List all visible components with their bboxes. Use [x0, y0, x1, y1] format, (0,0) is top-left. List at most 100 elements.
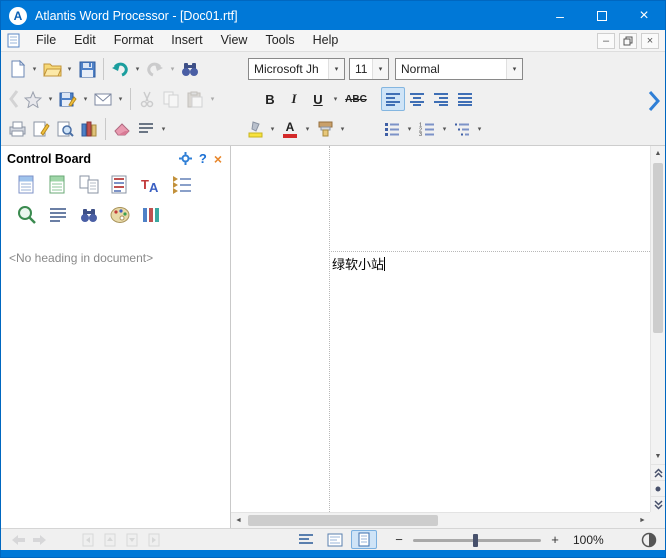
document-system-icon[interactable] [7, 33, 20, 48]
zoom-slider-thumb[interactable] [473, 534, 478, 547]
new-document-button[interactable] [5, 57, 29, 81]
bold-button[interactable]: B [258, 87, 282, 111]
help-icon[interactable]: ? [199, 151, 207, 166]
multilevel-list-button[interactable] [450, 117, 474, 141]
favorites-dropdown[interactable]: ▾ [45, 87, 56, 111]
typography-pane-button[interactable]: TA [137, 172, 164, 197]
undo-dropdown[interactable]: ▾ [132, 57, 143, 81]
close-button[interactable]: × [623, 1, 665, 30]
menu-help[interactable]: Help [304, 30, 348, 51]
horizontal-scroll-track[interactable] [246, 513, 635, 528]
align-justify-button[interactable] [453, 87, 477, 111]
align-right-button[interactable] [429, 87, 453, 111]
font-color-dropdown[interactable]: ▾ [302, 117, 313, 141]
paste-dropdown[interactable]: ▾ [207, 87, 218, 111]
toolbar-scroll-left-button[interactable] [5, 89, 21, 109]
cut-button[interactable] [135, 87, 159, 111]
online-view-button[interactable] [322, 530, 348, 549]
font-size-dropdown[interactable]: ▾ [372, 59, 388, 79]
menu-format[interactable]: Format [105, 30, 163, 51]
paste-button[interactable] [183, 87, 207, 111]
headings-pane-button[interactable] [13, 172, 40, 197]
underline-button[interactable]: U [306, 87, 330, 111]
paragraphs-pane-button[interactable] [44, 202, 71, 227]
format-painter-button[interactable] [313, 117, 337, 141]
compose-button[interactable] [29, 117, 53, 141]
numbering-button[interactable]: 123 [415, 117, 439, 141]
page-layout-view-button[interactable] [351, 530, 377, 549]
bullets-dropdown[interactable]: ▾ [404, 117, 415, 141]
redo-dropdown[interactable]: ▾ [167, 57, 178, 81]
pages-pane-button[interactable] [75, 172, 102, 197]
goto-last-heading-button[interactable] [143, 530, 165, 550]
undo-button[interactable] [108, 57, 132, 81]
menu-view[interactable]: View [212, 30, 257, 51]
print-copies-button[interactable] [5, 117, 29, 141]
draft-view-button[interactable] [293, 530, 319, 549]
formatting-marks-button[interactable] [134, 117, 158, 141]
email-button[interactable] [91, 87, 115, 111]
scroll-left-button[interactable]: ◄ [231, 513, 246, 528]
navigate-forward-button[interactable] [29, 530, 51, 550]
select-browse-object-button[interactable] [651, 480, 665, 496]
vertical-scroll-thumb[interactable] [653, 163, 663, 333]
save-as-dropdown[interactable]: ▾ [80, 87, 91, 111]
multilevel-list-dropdown[interactable]: ▾ [474, 117, 485, 141]
menu-tools[interactable]: Tools [256, 30, 303, 51]
zoom-pane-button[interactable] [13, 202, 40, 227]
settings-gear-icon[interactable] [179, 152, 192, 165]
open-document-button[interactable] [40, 57, 64, 81]
next-page-button[interactable] [651, 496, 665, 512]
font-name-dropdown[interactable]: ▾ [328, 59, 344, 79]
eraser-button[interactable] [110, 117, 134, 141]
close-panel-icon[interactable]: × [214, 153, 222, 165]
print-preview-button[interactable] [53, 117, 77, 141]
vertical-scroll-track[interactable] [651, 161, 665, 449]
zoom-slider[interactable] [413, 531, 541, 549]
bookmarks-pane-button[interactable] [106, 172, 133, 197]
palette-pane-button[interactable] [106, 202, 133, 227]
reference-books-button[interactable] [77, 117, 101, 141]
copy-button[interactable] [159, 87, 183, 111]
titlebar[interactable]: A Atlantis Word Processor - [Doc01.rtf] … [1, 1, 665, 30]
new-document-dropdown[interactable]: ▾ [29, 57, 40, 81]
open-document-dropdown[interactable]: ▾ [64, 57, 75, 81]
navigate-back-button[interactable] [7, 530, 29, 550]
style-dropdown[interactable]: ▾ [506, 59, 522, 79]
scroll-right-button[interactable]: ► [635, 513, 650, 528]
maximize-button[interactable] [581, 1, 623, 30]
vertical-scrollbar[interactable]: ▲ ▼ [650, 146, 665, 512]
goto-first-heading-button[interactable] [77, 530, 99, 550]
numbering-dropdown[interactable]: ▾ [439, 117, 450, 141]
goto-previous-heading-button[interactable] [99, 530, 121, 550]
menu-edit[interactable]: Edit [65, 30, 105, 51]
favorites-star-button[interactable] [21, 87, 45, 111]
font-size-combobox[interactable]: 11 ▾ [349, 58, 389, 80]
font-name-combobox[interactable]: Microsoft Jh ▾ [248, 58, 345, 80]
align-left-button[interactable] [381, 87, 405, 111]
doc-restore-button[interactable] [619, 33, 637, 49]
redo-button[interactable] [143, 57, 167, 81]
scroll-down-button[interactable]: ▼ [651, 449, 665, 464]
bullets-button[interactable] [380, 117, 404, 141]
save-button[interactable] [75, 57, 99, 81]
email-dropdown[interactable]: ▾ [115, 87, 126, 111]
font-color-button[interactable]: A [278, 117, 302, 141]
highlight-dropdown[interactable]: ▾ [267, 117, 278, 141]
style-combobox[interactable]: Normal ▾ [395, 58, 523, 80]
highlight-button[interactable] [243, 117, 267, 141]
doc-close-button[interactable]: × [641, 33, 659, 49]
save-as-button[interactable] [56, 87, 80, 111]
menu-insert[interactable]: Insert [162, 30, 211, 51]
sections-pane-button[interactable] [44, 172, 71, 197]
clipboards-pane-button[interactable] [137, 202, 164, 227]
zoom-in-button[interactable]: + [547, 532, 563, 547]
find-button[interactable] [178, 57, 202, 81]
align-center-button[interactable] [405, 87, 429, 111]
minimize-button[interactable]: – [539, 1, 581, 30]
outline-pane-button[interactable] [168, 172, 195, 197]
format-painter-dropdown[interactable]: ▾ [337, 117, 348, 141]
horizontal-scrollbar[interactable]: ◄ ► [231, 512, 650, 528]
search-pane-button[interactable] [75, 202, 102, 227]
horizontal-scroll-thumb[interactable] [248, 515, 438, 526]
